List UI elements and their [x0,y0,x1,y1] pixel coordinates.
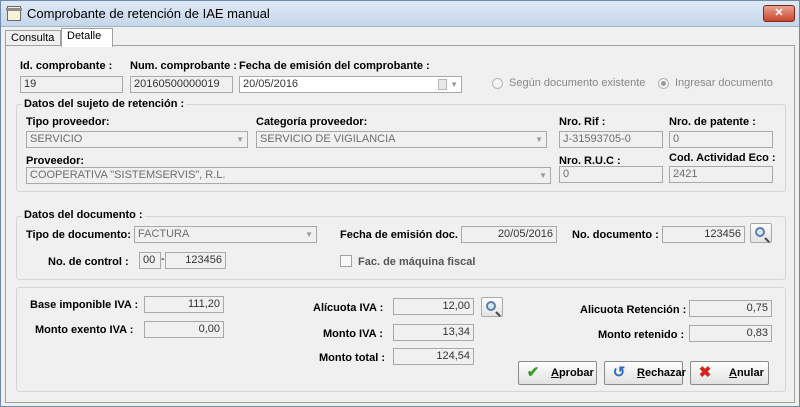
num-comprobante-field[interactable]: 20160500000019 [130,76,233,93]
monto-retenido-field[interactable]: 0,83 [689,325,772,342]
app-window: Comprobante de retención de IAE manual ✕… [0,0,800,407]
anular-label: Anular [729,367,764,379]
tipo-proveedor-label: Tipo proveedor: [26,116,110,128]
sujeto-group-title: Datos del sujeto de retención : [22,98,187,110]
no-documento-field[interactable]: 123456 [662,226,745,243]
no-control-label: No. de control : [48,256,129,268]
title-bar: Comprobante de retención de IAE manual ✕ [1,1,799,27]
fecha-comprobante-picker[interactable]: 20/05/2016 ▼ [239,76,462,93]
base-imponible-label: Base imponible IVA : [30,299,139,311]
alicuota-iva-field[interactable]: 12,00 [393,298,474,315]
id-comprobante-field[interactable]: 19 [20,76,123,93]
cod-actividad-label: Cod. Actividad Eco : [669,152,776,164]
tipo-documento-value: FACTURA [138,228,190,240]
detalle-panel: Id. comprobante : 19 Num. comprobante : … [5,45,795,403]
tipo-proveedor-value: SERVICIO [30,133,83,145]
tab-detalle[interactable]: Detalle [61,28,113,47]
tipo-documento-label: Tipo de documento: [26,229,131,241]
rechazar-button[interactable]: ↺ Rechazar [604,361,686,385]
tipo-documento-select[interactable]: FACTURA ▼ [134,226,317,243]
monto-retenido-label: Monto retenido : [598,329,685,341]
categoria-proveedor-select[interactable]: SERVICIO DE VIGILANCIA ▼ [256,131,547,148]
proveedor-value: COOPERATIVA "SISTEMSERVIS", R.L. [30,169,226,181]
control-number-field[interactable]: 123456 [165,252,226,269]
chevron-down-icon: ▼ [535,135,543,144]
aprobar-label: Aprobar [551,367,594,379]
close-button[interactable]: ✕ [763,5,795,22]
search-icon [486,301,496,311]
radio-ingresar-documento-label: Ingresar documento [675,77,773,89]
rechazar-label: Rechazar [637,367,686,379]
ruc-field[interactable]: 0 [559,166,663,183]
patente-label: Nro. de patente : [669,116,756,128]
rif-label: Nro. Rif : [559,116,606,128]
tab-consulta[interactable]: Consulta [5,30,61,46]
search-icon [755,227,765,237]
control-prefix-field[interactable]: 00 [139,252,161,269]
rif-field[interactable]: J-31593705-0 [559,131,663,148]
base-imponible-field[interactable]: 111,20 [144,296,224,313]
chevron-down-icon: ▼ [305,230,313,239]
x-icon: ✖ [698,364,712,381]
patente-field[interactable]: 0 [669,131,773,148]
calendar-icon[interactable] [438,79,447,90]
fecha-doc-label: Fecha de emisión doc. : [340,229,465,241]
alicuota-retencion-field[interactable]: 0,75 [689,300,772,317]
fecha-comprobante-value: 20/05/2016 [243,78,299,90]
categoria-proveedor-value: SERVICIO DE VIGILANCIA [260,133,396,145]
fecha-comprobante-label: Fecha de emisión del comprobante : [239,60,430,72]
categoria-proveedor-label: Categoría proveedor: [256,116,368,128]
chevron-down-icon: ▼ [539,171,547,180]
aprobar-button[interactable]: ✔ Aprobar [518,361,597,385]
cod-actividad-field[interactable]: 2421 [669,166,773,183]
monto-exento-field[interactable]: 0,00 [144,321,224,338]
alicuota-retencion-label: Alicuota Retención : [580,304,687,316]
fecha-doc-field[interactable]: 20/05/2016 [461,226,557,243]
radio-segun-documento[interactable] [492,78,503,89]
monto-total-label: Monto total : [319,352,385,364]
id-comprobante-label: Id. comprobante : [20,60,113,72]
chevron-down-icon[interactable]: ▼ [450,77,458,92]
undo-icon: ↺ [612,364,626,381]
checkmark-icon: ✔ [526,364,540,381]
radio-segun-documento-label: Según documento existente [509,77,646,89]
num-comprobante-label: Num. comprobante : [130,60,237,72]
no-documento-label: No. documento : [572,229,659,241]
alicuota-iva-label: Alícuota IVA : [313,302,384,314]
monto-total-field[interactable]: 124,54 [393,348,474,365]
maquina-fiscal-checkbox[interactable] [340,255,352,267]
proveedor-label: Proveedor: [26,155,85,167]
monto-iva-label: Monto IVA : [323,328,383,340]
maquina-fiscal-label: Fac. de máquina fiscal [358,256,476,268]
documento-group-title: Datos del documento : [22,209,145,221]
window-title: Comprobante de retención de IAE manual [27,6,270,21]
proveedor-select[interactable]: COOPERATIVA "SISTEMSERVIS", R.L. ▼ [26,167,551,184]
anular-button[interactable]: ✖ Anular [690,361,769,385]
app-icon [6,6,22,21]
search-documento-button[interactable] [750,223,772,243]
tipo-proveedor-select[interactable]: SERVICIO ▼ [26,131,248,148]
radio-ingresar-documento[interactable] [658,78,669,89]
monto-exento-label: Monto exento IVA : [35,324,134,336]
chevron-down-icon: ▼ [236,135,244,144]
monto-iva-field[interactable]: 13,34 [393,324,474,341]
search-alicuota-button[interactable] [481,297,503,317]
